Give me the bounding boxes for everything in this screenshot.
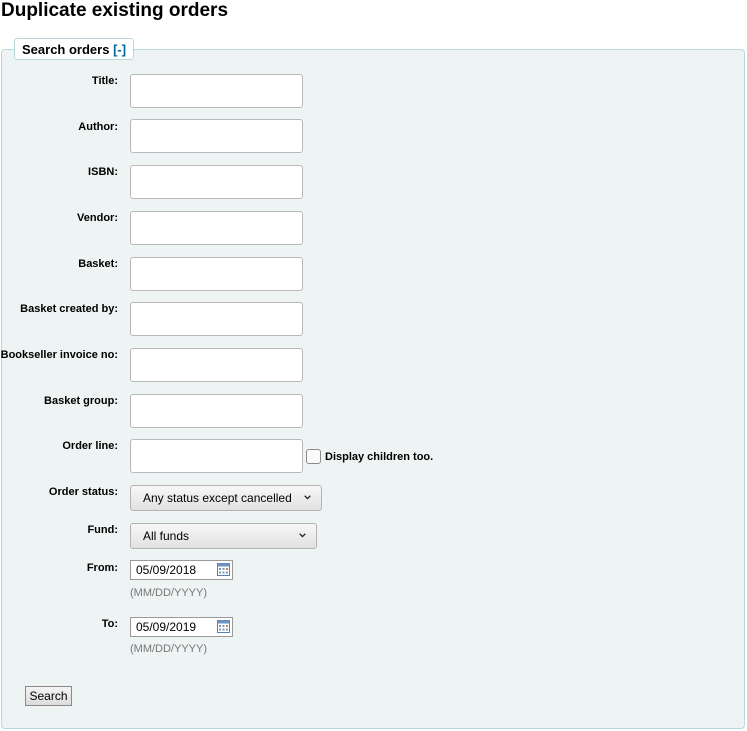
search-orders-legend: Search orders [-] xyxy=(14,38,135,60)
legend-title: Search orders xyxy=(22,42,110,57)
fund-label: Fund: xyxy=(87,524,118,536)
to-date-hint: (MM/DD/YYYY) xyxy=(130,643,207,655)
isbn-label: ISBN: xyxy=(88,166,118,178)
order-status-label: Order status: xyxy=(48,486,118,498)
order-status-select[interactable]: Any status except cancelled xyxy=(130,485,322,511)
from-date-value: 05/09/2018 xyxy=(136,563,197,577)
from-date-hint: (MM/DD/YYYY) xyxy=(130,587,207,599)
basket-created-by-label: Basket created by: xyxy=(20,303,118,315)
to-label: To: xyxy=(101,618,118,630)
vendor-label: Vendor: xyxy=(77,212,118,224)
vendor-input[interactable] xyxy=(130,211,303,245)
basket-group-input[interactable] xyxy=(130,394,303,428)
order-line-label: Order line: xyxy=(62,440,118,452)
to-date-input[interactable]: 05/09/2019 xyxy=(130,617,233,637)
display-children-checkbox[interactable] xyxy=(306,449,321,464)
display-children-label: Display children too. xyxy=(325,451,434,463)
author-input[interactable] xyxy=(130,119,303,153)
collapse-toggle-link[interactable]: [-] xyxy=(113,42,126,57)
order-status-value: Any status except cancelled xyxy=(143,491,292,505)
fund-value: All funds xyxy=(143,529,190,543)
author-label: Author: xyxy=(78,121,118,133)
basket-created-by-input[interactable] xyxy=(130,302,303,336)
chevron-down-icon xyxy=(299,533,306,538)
from-label: From: xyxy=(86,562,118,574)
order-line-input[interactable] xyxy=(130,439,303,473)
calendar-icon[interactable] xyxy=(217,563,230,576)
search-button[interactable]: Search xyxy=(25,686,72,706)
title-label: Title: xyxy=(91,75,118,87)
title-input[interactable] xyxy=(130,74,303,108)
isbn-input[interactable] xyxy=(130,165,303,199)
from-date-input[interactable]: 05/09/2018 xyxy=(130,560,233,580)
calendar-icon[interactable] xyxy=(217,620,230,633)
chevron-down-icon xyxy=(304,495,311,500)
fund-select[interactable]: All funds xyxy=(130,523,317,549)
basket-input[interactable] xyxy=(130,257,303,291)
to-date-value: 05/09/2019 xyxy=(136,620,197,634)
invoice-label: Bookseller invoice no: xyxy=(0,349,118,361)
basket-label: Basket: xyxy=(78,258,118,270)
page-title: Duplicate existing orders xyxy=(1,0,229,21)
invoice-input[interactable] xyxy=(130,348,303,382)
basket-group-label: Basket group: xyxy=(44,395,118,407)
